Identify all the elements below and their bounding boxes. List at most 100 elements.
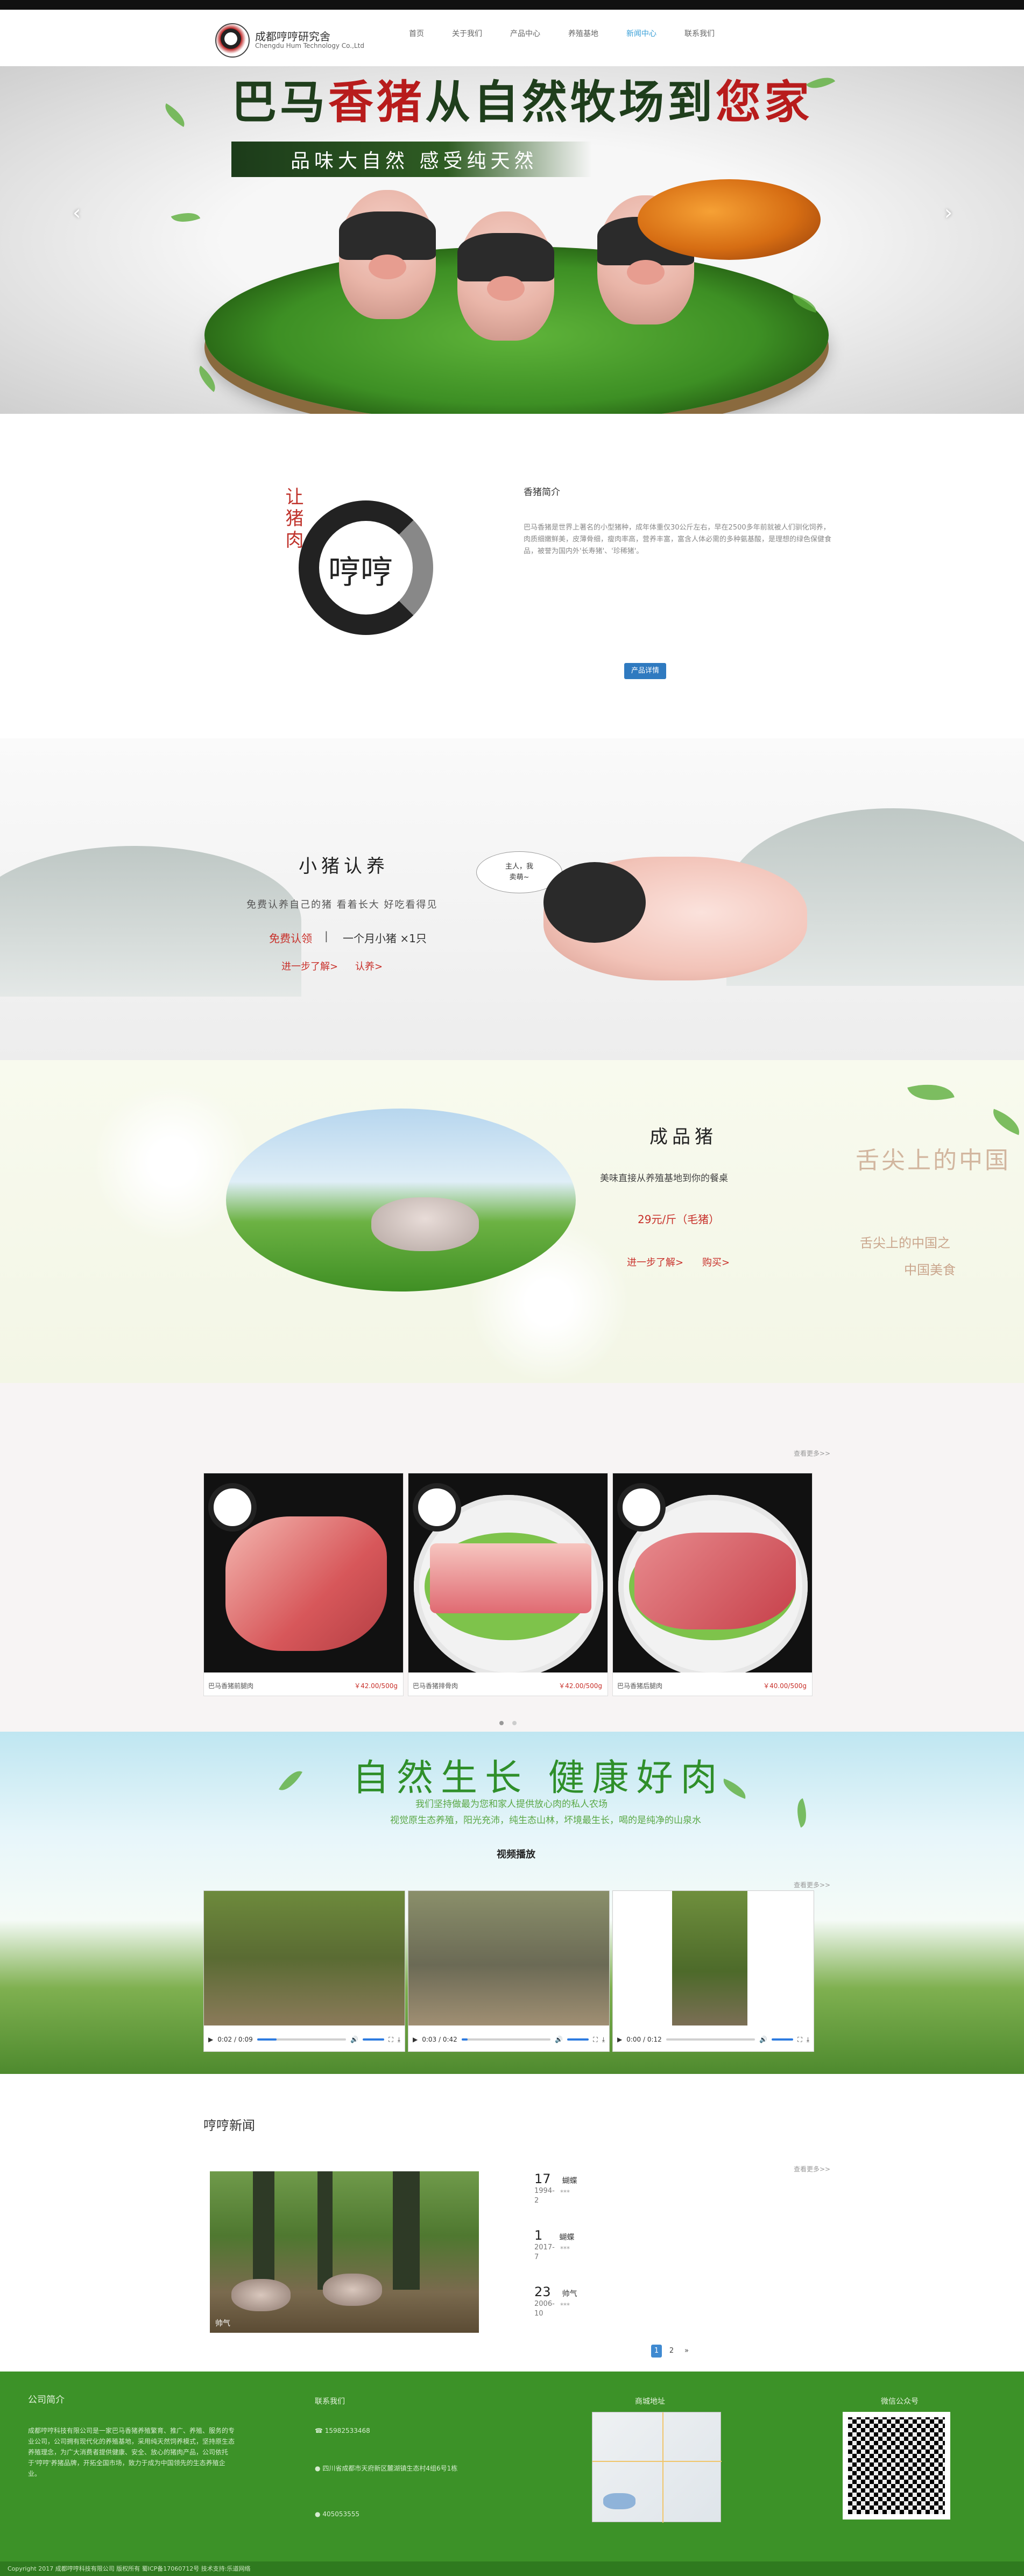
- news-item[interactable]: 23 帅气 2006- 10 ***: [534, 2284, 577, 2319]
- news-title[interactable]: 帅气: [562, 2290, 577, 2298]
- video-frame[interactable]: [613, 1891, 814, 2025]
- flower-decoration: [91, 1082, 253, 1243]
- product-price: ￥42.00/500g: [559, 1682, 602, 1690]
- qq-number: 405053555: [322, 2510, 360, 2518]
- volume-slider[interactable]: [772, 2038, 794, 2041]
- video-player[interactable]: ▶ 0:00 / 0:12 🔊 ⛶ ⤓: [612, 1890, 814, 2052]
- volume-slider[interactable]: [363, 2038, 385, 2041]
- news-image[interactable]: 帅气: [210, 2171, 479, 2333]
- fullscreen-icon[interactable]: ⛶: [389, 2036, 393, 2044]
- page-next-button[interactable]: »: [681, 2345, 692, 2358]
- play-icon[interactable]: ▶: [413, 2036, 418, 2043]
- leaf-icon: [792, 1798, 812, 1828]
- footer-phone: ☎ 15982533468: [315, 2425, 370, 2436]
- products-more-link[interactable]: 查看更多>>: [794, 1449, 830, 1458]
- logo[interactable]: 成都哼哼研究舍 Chengdu Hum Technology Co.,Ltd: [215, 19, 377, 62]
- news-item[interactable]: 17 蝴蝶 1994- 2 ***: [534, 2171, 577, 2206]
- volume-slider[interactable]: [567, 2038, 589, 2041]
- slider-next-button[interactable]: ›: [944, 201, 952, 224]
- play-icon[interactable]: ▶: [208, 2036, 213, 2043]
- nav-item-news[interactable]: 新闻中心: [626, 28, 656, 39]
- news-image-caption: 帅气: [215, 2319, 230, 2328]
- product-name: 巴马香猪前腿肉: [208, 1682, 254, 1690]
- main-menu: 首页 关于我们 产品中心 养殖基地 新闻中心 联系我们: [409, 28, 715, 39]
- leaf-icon: [171, 207, 201, 228]
- video-progress[interactable]: [461, 2038, 551, 2041]
- hero-title-highlight: 香猪: [328, 75, 426, 129]
- nav-item-products[interactable]: 产品中心: [510, 28, 540, 39]
- video-more-link[interactable]: 查看更多>>: [794, 1880, 830, 1889]
- fullscreen-icon[interactable]: ⛶: [797, 2036, 802, 2044]
- news-date: 1994- 2: [534, 2187, 555, 2205]
- nav-item-farm[interactable]: 养殖基地: [568, 28, 598, 39]
- footer: 公司简介 成都哼哼科技有限公司是一家巴马香猪养殖繁育、推广、养殖、服务的专业公司…: [0, 2372, 1024, 2576]
- leaf-icon: [193, 365, 222, 392]
- volume-icon[interactable]: 🔊: [350, 2036, 358, 2043]
- footer-about-heading: 公司简介: [28, 2395, 65, 2405]
- product-detail-button[interactable]: 产品详情: [624, 663, 666, 679]
- page-button[interactable]: 2: [666, 2345, 677, 2358]
- adopt-link[interactable]: 认养>: [355, 959, 383, 973]
- adopt-learn-more-link[interactable]: 进一步了解>: [281, 959, 338, 973]
- top-strip: [0, 0, 1024, 10]
- video-label: 视频播放: [497, 1849, 535, 1860]
- hero-title: 巴马香猪从自然牧场到您家: [231, 66, 813, 131]
- product-card[interactable]: 巴马香猪前腿肉 ￥42.00/500g: [203, 1473, 404, 1696]
- download-icon[interactable]: ⤓: [807, 2036, 809, 2044]
- video-player[interactable]: ▶ 0:02 / 0:09 🔊 ⛶ ⤓: [203, 1890, 405, 2052]
- decor-text: 舌尖上的中国之: [860, 1236, 950, 1251]
- news-title[interactable]: 蝴蝶: [559, 2233, 574, 2242]
- news-more-link[interactable]: 查看更多>>: [794, 2164, 830, 2173]
- carousel-dot[interactable]: [512, 1721, 517, 1725]
- nav-item-about[interactable]: 关于我们: [452, 28, 482, 39]
- leaf-icon: [907, 1076, 955, 1109]
- phone-icon: ☎: [315, 2427, 323, 2434]
- copyright-bar: Copyright 2017 成都哼哼科技有限公司 版权所有 蜀ICP备1706…: [0, 2561, 1024, 2576]
- leaf-icon: [160, 103, 190, 128]
- download-icon[interactable]: ⤓: [398, 2036, 400, 2044]
- news-title[interactable]: 蝴蝶: [562, 2177, 577, 2185]
- brand-seal-icon: [617, 1483, 666, 1532]
- video-progress-fill: [461, 2038, 468, 2041]
- news-excerpt: ***: [560, 2302, 570, 2309]
- product-card[interactable]: 巴马香猪后腿肉 ￥40.00/500g: [612, 1473, 813, 1696]
- video-frame[interactable]: [408, 1891, 609, 2025]
- news-item[interactable]: 1 蝴蝶 2017- 7 ***: [534, 2228, 574, 2262]
- adopt-separator: |: [324, 929, 328, 942]
- map-image[interactable]: [592, 2412, 722, 2523]
- volume-icon[interactable]: 🔊: [759, 2036, 767, 2043]
- footer-qq: ● 405053555: [315, 2509, 359, 2519]
- news-excerpt: ***: [560, 2245, 570, 2253]
- page-button[interactable]: 1: [651, 2345, 662, 2358]
- finished-heading: 成品猪: [649, 1126, 717, 1148]
- buy-link[interactable]: 购买>: [702, 1255, 730, 1269]
- carousel-dot[interactable]: [499, 1721, 504, 1725]
- footer-contact-heading: 联系我们: [315, 2397, 345, 2406]
- fullscreen-icon[interactable]: ⛶: [593, 2036, 597, 2044]
- nav-item-contact[interactable]: 联系我们: [684, 28, 715, 39]
- video-line-2: 视觉原生态养殖，阳光充沛，纯生态山林，坏境最生长，喝的是纯净的山泉水: [390, 1815, 701, 1826]
- adopt-subtitle: 免费认养自己的猪 看着长大 好吃看得见: [246, 899, 438, 911]
- slider-prev-button[interactable]: ‹: [73, 201, 81, 224]
- download-icon[interactable]: ⤓: [602, 2036, 605, 2044]
- play-icon[interactable]: ▶: [617, 2036, 622, 2043]
- logo-title: 成都哼哼研究舍: [255, 30, 330, 44]
- video-frame[interactable]: [204, 1891, 405, 2025]
- video-player[interactable]: ▶ 0:03 / 0:42 🔊 ⛶ ⤓: [408, 1890, 610, 2052]
- video-time: 0:00 / 0:12: [626, 2036, 662, 2043]
- video-line-1: 我们坚持做最为您和家人提供放心肉的私人农场: [415, 1799, 608, 1810]
- product-card[interactable]: 巴马香猪排骨肉 ￥42.00/500g: [408, 1473, 608, 1696]
- volume-icon[interactable]: 🔊: [555, 2036, 563, 2043]
- news-date: 2006- 10: [534, 2300, 555, 2318]
- video-progress[interactable]: [257, 2038, 347, 2041]
- adopt-free-label: 免费认领: [269, 932, 312, 945]
- address-text: 四川省成都市天府新区麓湖镇生态村4组6号1栋: [322, 2465, 458, 2472]
- finished-learn-more-link[interactable]: 进一步了解>: [627, 1255, 683, 1269]
- nav-item-home[interactable]: 首页: [409, 28, 424, 39]
- video-progress[interactable]: [666, 2038, 755, 2041]
- adopt-heading: 小猪认养: [299, 856, 389, 877]
- adopt-section: 小猪认养 免费认养自己的猪 看着长大 好吃看得见 免费认领 | 一个月小猪 ×1…: [0, 738, 1024, 1060]
- video-time: 0:02 / 0:09: [217, 2036, 253, 2043]
- product-image: [430, 1543, 591, 1613]
- finished-subtitle: 美味直接从养殖基地到你的餐桌: [600, 1173, 728, 1184]
